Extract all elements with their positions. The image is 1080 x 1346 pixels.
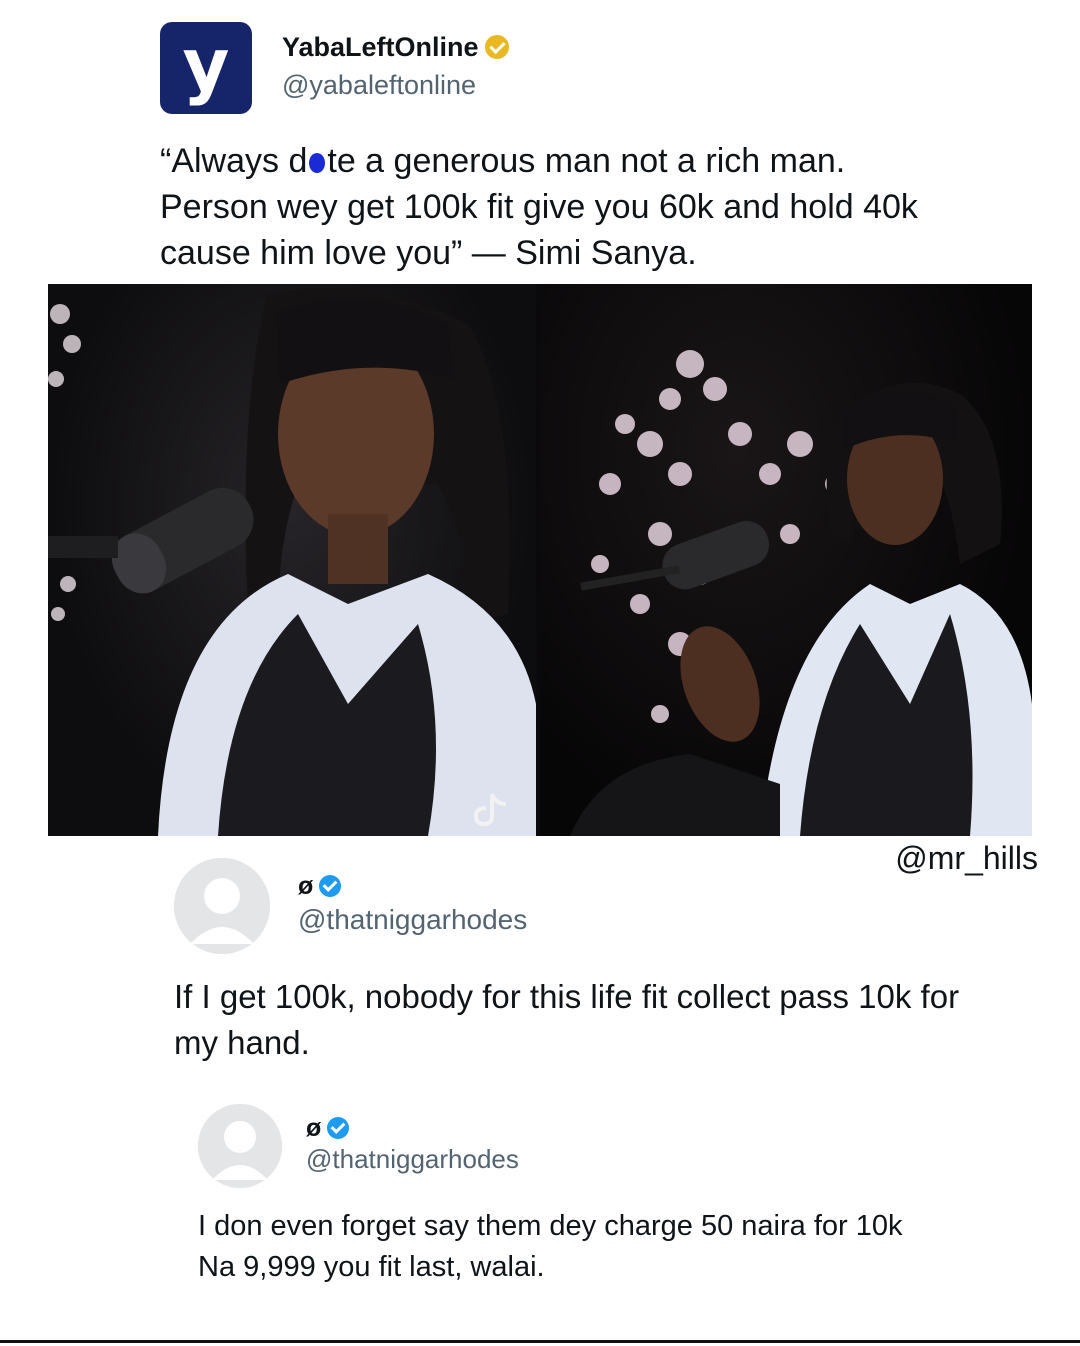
author-name: YabaLeftOnline: [282, 32, 479, 62]
reply2-author[interactable]: ø: [306, 1114, 350, 1143]
post-media[interactable]: [48, 284, 1032, 836]
gold-verified-icon: [484, 35, 509, 59]
reply2-line1: I don even forget say them dey charge 50…: [198, 1210, 903, 1242]
reply2-handle[interactable]: @thatniggarhodes: [306, 1144, 519, 1174]
woman-at-microphone-image: [48, 288, 536, 836]
post-author[interactable]: YabaLeftOnline: [282, 32, 509, 63]
divider: [0, 1340, 1080, 1343]
blue-verified-icon: [319, 875, 342, 897]
photo-left[interactable]: [48, 284, 536, 836]
reply1-author[interactable]: ø: [298, 872, 342, 901]
woman-gesturing-image: [570, 350, 1032, 836]
reply2-text: I don even forget say them dey charge 50…: [198, 1206, 958, 1288]
photo-right[interactable]: [540, 284, 1032, 836]
reply2-name: ø: [306, 1114, 322, 1142]
blue-verified-icon: [327, 1117, 350, 1139]
quote-text-start: “Always d: [160, 142, 308, 180]
reply1-name: ø: [298, 872, 314, 900]
touch-indicator-dot: [309, 153, 326, 173]
default-avatar-icon: [174, 858, 270, 954]
avatar[interactable]: [198, 1104, 282, 1188]
author-handle[interactable]: @yabaleftonline: [282, 70, 476, 101]
yabaleftonline-logo[interactable]: y: [160, 22, 252, 114]
reply2-line2: Na 9,999 you fit last, walai.: [198, 1251, 545, 1283]
logo-letter: y: [182, 23, 230, 107]
reply1-text: If I get 100k, nobody for this life fit …: [174, 978, 960, 1061]
credit-watermark: @mr_hills: [895, 840, 1038, 876]
reply1-handle[interactable]: @thatniggarhodes: [298, 904, 527, 935]
default-avatar-icon: [198, 1104, 282, 1188]
post-quote: “Always d te a generous man not a rich ma…: [160, 138, 960, 276]
avatar[interactable]: [174, 858, 270, 954]
